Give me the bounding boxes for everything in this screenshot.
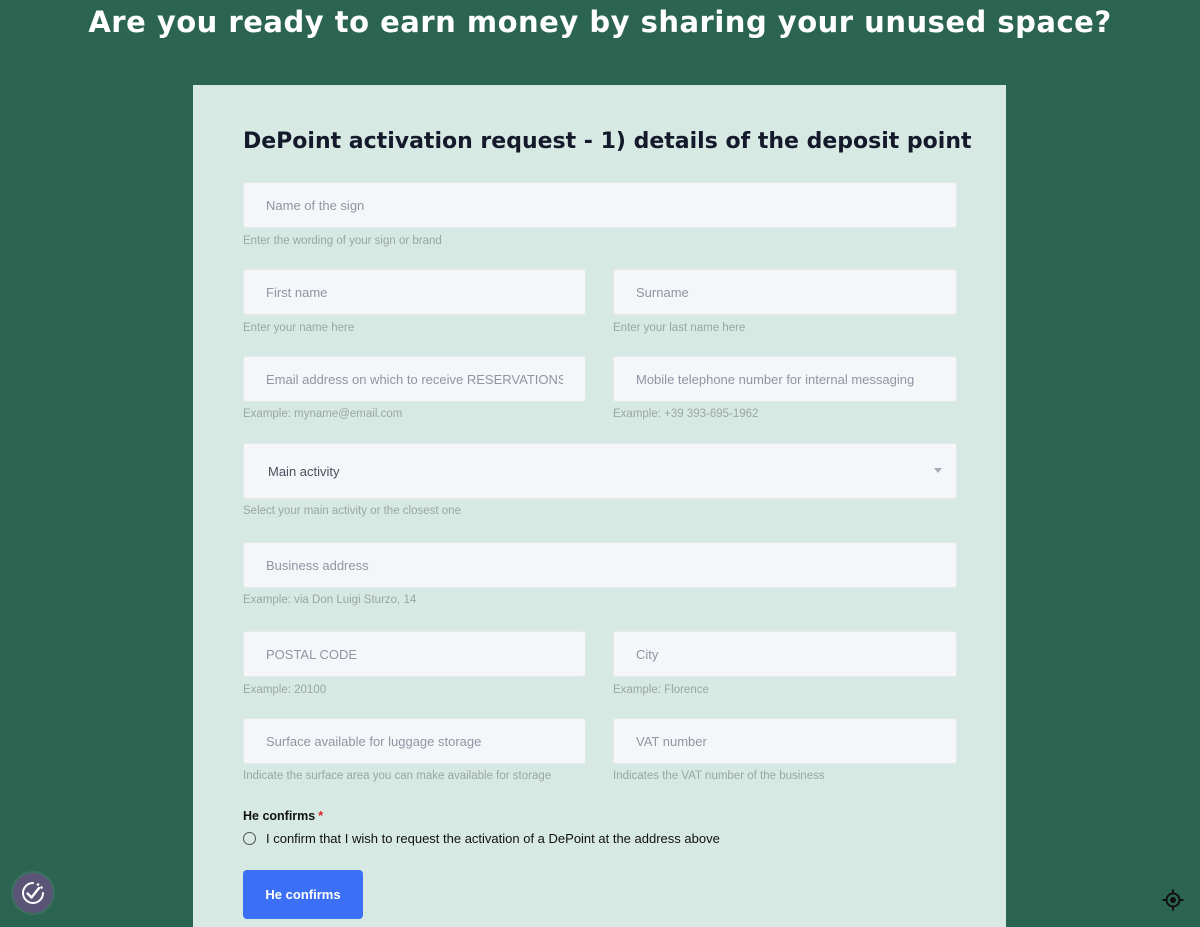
vat-input[interactable]	[613, 718, 957, 764]
surname-input[interactable]	[613, 269, 957, 315]
email-hint: Example: myname@email.com	[243, 408, 403, 420]
location-target-icon	[1162, 889, 1184, 911]
activation-form-card: DePoint activation request - 1) details …	[193, 85, 1006, 927]
main-activity-value: Main activity	[268, 463, 340, 479]
confirm-radio-option[interactable]: I confirm that I wish to request the act…	[243, 831, 720, 846]
confirm-label-text: He confirms	[243, 809, 316, 823]
mobile-input[interactable]	[613, 356, 957, 402]
mobile-hint: Example: +39 393-695-1962	[613, 408, 759, 420]
email-input[interactable]	[243, 356, 586, 402]
business-address-input[interactable]	[243, 542, 957, 588]
surname-hint: Enter your last name here	[613, 322, 746, 334]
main-activity-select[interactable]: Main activity	[243, 443, 957, 499]
first-name-input[interactable]	[243, 269, 586, 315]
accessibility-check-icon	[22, 882, 44, 904]
form-title: DePoint activation request - 1) details …	[243, 129, 972, 154]
surface-input[interactable]	[243, 718, 586, 764]
vat-hint: Indicates the VAT number of the business	[613, 770, 825, 782]
accessibility-widget-button[interactable]	[13, 873, 53, 913]
postal-code-hint: Example: 20100	[243, 684, 327, 696]
confirm-label: He confirms *	[243, 809, 323, 823]
first-name-hint: Enter your name here	[243, 322, 355, 334]
sign-name-hint: Enter the wording of your sign or brand	[243, 235, 442, 247]
confirm-radio[interactable]	[243, 832, 256, 845]
caret-down-icon	[934, 468, 942, 473]
location-button[interactable]	[1155, 882, 1191, 918]
sign-name-input[interactable]	[243, 182, 957, 228]
page-title: Are you ready to earn money by sharing y…	[88, 5, 1112, 39]
submit-button[interactable]: He confirms	[243, 870, 363, 919]
main-activity-hint: Select your main activity or the closest…	[243, 505, 461, 517]
postal-code-input[interactable]	[243, 631, 586, 677]
confirm-option-text: I confirm that I wish to request the act…	[266, 831, 720, 846]
city-hint: Example: Florence	[613, 684, 709, 696]
required-mark: *	[318, 809, 324, 823]
city-input[interactable]	[613, 631, 957, 677]
business-address-hint: Example: via Don Luigi Sturzo, 14	[243, 594, 417, 606]
surface-hint: Indicate the surface area you can make a…	[243, 770, 552, 782]
